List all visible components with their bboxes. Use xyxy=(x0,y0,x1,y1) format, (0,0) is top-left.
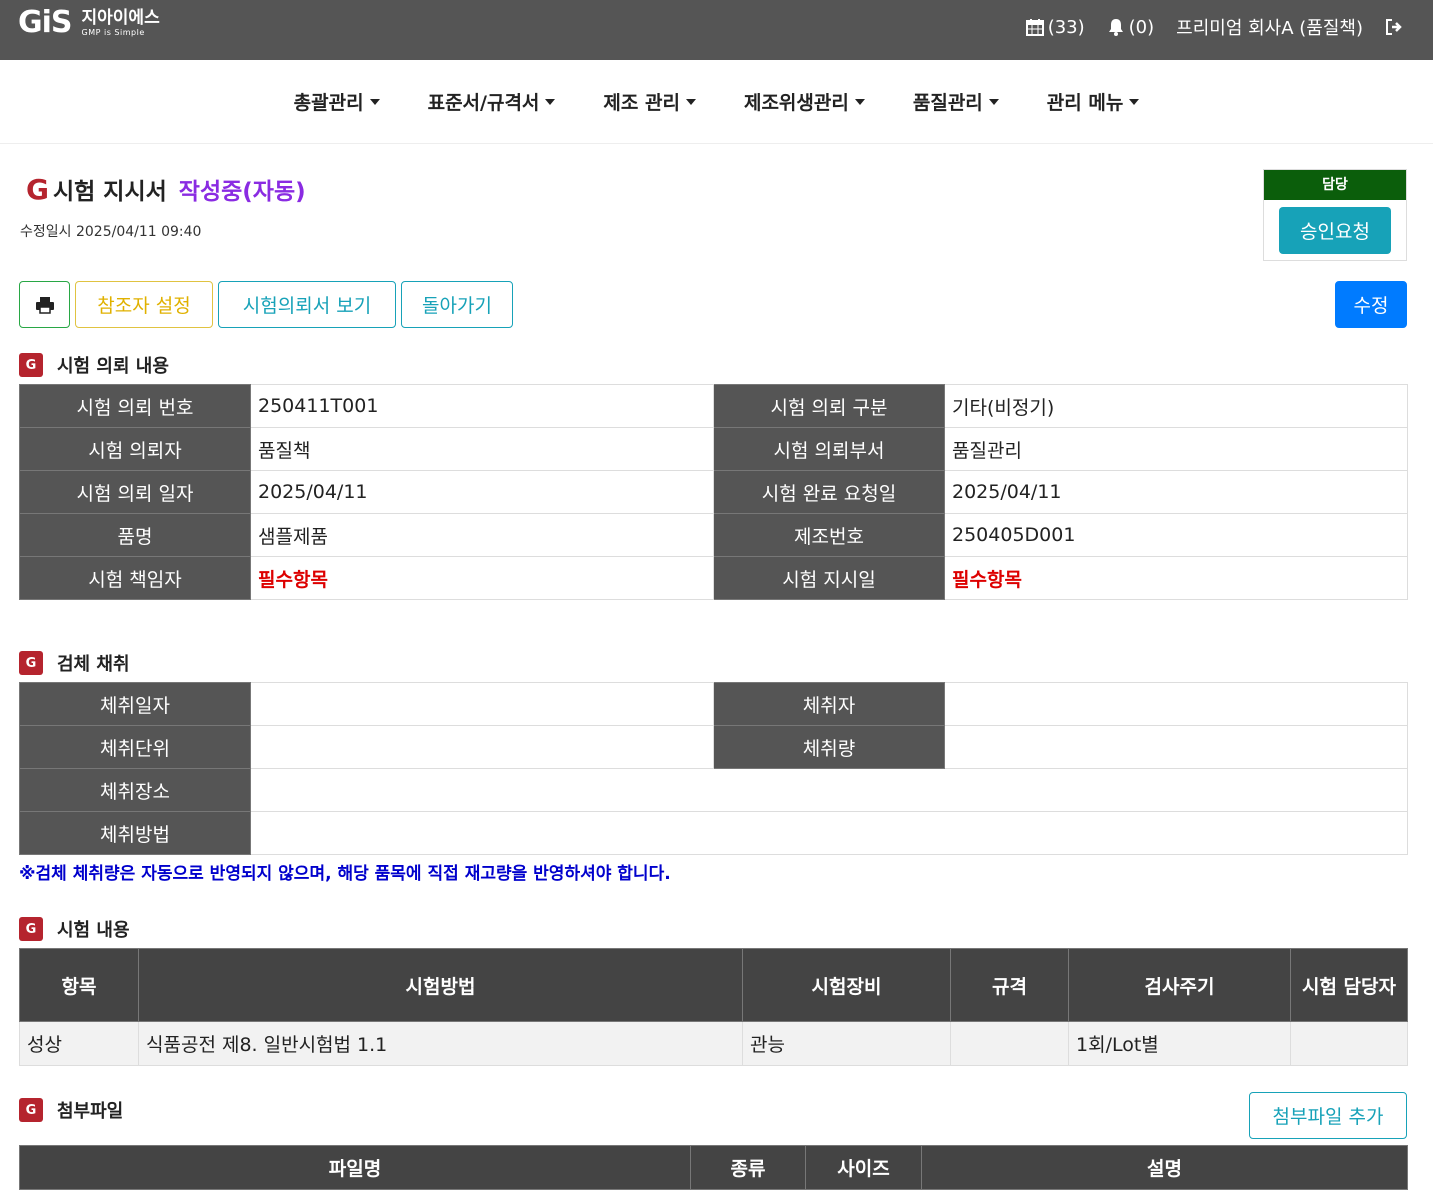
nav-admin[interactable]: 관리 메뉴 xyxy=(1047,88,1140,115)
add-attachment-button[interactable]: 첨부파일 추가 xyxy=(1249,1092,1407,1139)
sampling-table: 체취일자 체취자 체취단위 체취량 체취장소 체취방법 xyxy=(19,682,1408,855)
nav-quality[interactable]: 품질관리 xyxy=(913,88,999,115)
table-row: 체취단위 체취량 xyxy=(19,725,1408,769)
table-row: 체취방법 xyxy=(19,811,1408,855)
calendar-link[interactable]: (33) xyxy=(1025,16,1085,38)
table-row: 시험 책임자 필수항목 시험 지시일 필수항목 xyxy=(19,556,1408,600)
print-button[interactable] xyxy=(19,281,70,328)
gi-section-icon: G xyxy=(19,1098,43,1122)
caret-down-icon xyxy=(545,98,556,105)
table-header-row: 파일명 종류 사이즈 설명 xyxy=(19,1145,1408,1190)
sampling-notice: ※검체 체취량은 자동으로 반영되지 않으며, 해당 품목에 직접 재고량을 반… xyxy=(19,864,671,884)
edit-button[interactable]: 수정 xyxy=(1335,281,1407,328)
page-header: G 시험 지시서 작성중(자동) xyxy=(26,172,306,206)
reference-settings-button[interactable]: 참조자 설정 xyxy=(75,281,213,328)
brand-logo[interactable]: GiS 지아이에스 GMP is Simple xyxy=(18,8,160,38)
section-attachments-header: G 첨부파일 xyxy=(19,1097,123,1123)
main-nav: 총괄관리 표준서/규격서 제조 관리 제조위생관리 품질관리 관리 메뉴 xyxy=(0,60,1433,144)
caret-down-icon xyxy=(369,98,380,105)
caret-down-icon xyxy=(1129,98,1140,105)
logout-icon xyxy=(1386,19,1402,35)
gi-logo-icon: G xyxy=(26,172,49,206)
table-header-row: 항목 시험방법 시험장비 규격 검사주기 시험 담당자 xyxy=(19,948,1408,1022)
back-button[interactable]: 돌아가기 xyxy=(401,281,513,328)
brand-name: 지아이에스 xyxy=(81,8,160,28)
table-row: 시험 의뢰자 품질책 시험 의뢰부서 품질관리 xyxy=(19,427,1408,471)
table-row: 품명 샘플제품 제조번호 250405D001 xyxy=(19,513,1408,557)
gi-section-icon: G xyxy=(19,651,43,675)
calendar-icon xyxy=(1025,19,1044,36)
sampling-unit-field[interactable] xyxy=(250,725,714,769)
page-title: 시험 지시서 xyxy=(52,179,167,205)
brand-mark: GiS xyxy=(18,5,73,40)
test-instruction-date-field[interactable]: 필수항목 xyxy=(944,556,1408,600)
caret-down-icon xyxy=(988,98,999,105)
approval-box: 담당 승인요청 xyxy=(1263,169,1407,261)
notification-count: (0) xyxy=(1128,16,1155,38)
user-menu[interactable]: 프리미엄 회사A (품질책) xyxy=(1176,14,1363,40)
sampling-date-field[interactable] xyxy=(250,682,714,726)
table-row: 시험 의뢰 일자 2025/04/11 시험 완료 요청일 2025/04/11 xyxy=(19,470,1408,514)
view-request-button[interactable]: 시험의뢰서 보기 xyxy=(218,281,396,328)
attachments-table: 파일명 종류 사이즈 설명 xyxy=(19,1145,1408,1190)
modified-date: 수정일시 2025/04/11 09:40 xyxy=(20,224,202,240)
caret-down-icon xyxy=(685,98,696,105)
request-table: 시험 의뢰 번호 250411T001 시험 의뢰 구분 기타(비정기) 시험 의뢰… xyxy=(19,384,1408,600)
status-text: 작성중(자동) xyxy=(178,179,306,205)
print-icon xyxy=(35,296,54,314)
notification-link[interactable]: (0) xyxy=(1107,16,1155,38)
table-row: 시험 의뢰 번호 250411T001 시험 의뢰 구분 기타(비정기) xyxy=(19,384,1408,428)
bell-icon xyxy=(1108,19,1123,36)
tests-table: 항목 시험방법 시험장비 규격 검사주기 시험 담당자 성상 식품공전 제8. … xyxy=(19,948,1408,1066)
gi-section-icon: G xyxy=(19,353,43,377)
gi-section-icon: G xyxy=(19,917,43,941)
test-manager-field[interactable]: 필수항목 xyxy=(250,556,714,600)
approval-role: 담당 xyxy=(1264,170,1406,200)
sampling-method-field[interactable] xyxy=(250,811,1408,855)
brand-tagline: GMP is Simple xyxy=(81,28,145,37)
top-bar: GiS 지아이에스 GMP is Simple (33) (0) 프리미엄 회사… xyxy=(0,0,1433,60)
section-sampling-header: G 검체 채취 xyxy=(19,650,130,676)
nav-manufacturing[interactable]: 제조 관리 xyxy=(603,88,696,115)
logout-button[interactable] xyxy=(1385,18,1407,36)
table-row[interactable]: 성상 식품공전 제8. 일반시험법 1.1 관능 1회/Lot별 xyxy=(19,1021,1408,1066)
calendar-count: (33) xyxy=(1047,16,1085,38)
section-request-header: G 시험 의뢰 내용 xyxy=(19,352,169,378)
nav-general[interactable]: 총괄관리 xyxy=(294,88,380,115)
sampling-amount-field[interactable] xyxy=(944,725,1408,769)
user-name: 프리미엄 회사A (품질책) xyxy=(1176,18,1363,39)
caret-down-icon xyxy=(854,98,865,105)
table-row: 체취장소 xyxy=(19,768,1408,812)
sampling-person-field[interactable] xyxy=(944,682,1408,726)
approval-request-button[interactable]: 승인요청 xyxy=(1279,207,1391,254)
nav-standards[interactable]: 표준서/규격서 xyxy=(428,88,556,115)
section-tests-header: G 시험 내용 xyxy=(19,916,130,942)
sampling-place-field[interactable] xyxy=(250,768,1408,812)
nav-hygiene[interactable]: 제조위생관리 xyxy=(744,88,865,115)
table-row: 체취일자 체취자 xyxy=(19,682,1408,726)
